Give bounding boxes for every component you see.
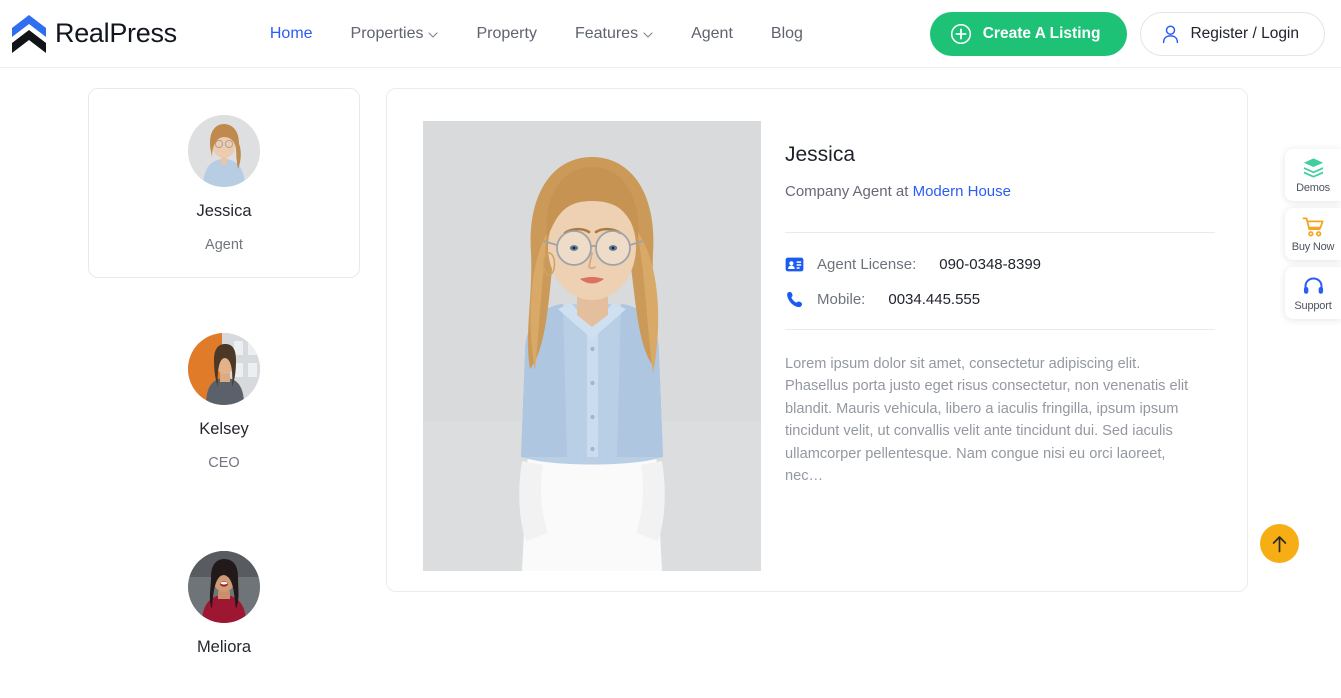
double-chevron-logo-icon <box>12 14 46 53</box>
nav-label-agent: Agent <box>691 24 733 42</box>
headset-icon <box>1303 277 1323 294</box>
nav-item-property[interactable]: Property <box>457 17 555 51</box>
sidebar-agent-jessica[interactable]: Jessica Agent <box>88 88 360 278</box>
sidebar-agent-meliora[interactable]: Meliora <box>88 524 360 698</box>
avatar <box>188 333 260 405</box>
create-listing-label: Create A Listing <box>982 24 1101 42</box>
nav-item-properties[interactable]: Properties <box>332 17 458 51</box>
scroll-to-top-button[interactable] <box>1260 524 1299 563</box>
widget-support[interactable]: Support <box>1285 267 1341 319</box>
sidebar-agent-role: CEO <box>208 455 240 471</box>
plus-circle-icon <box>950 23 971 44</box>
layers-icon <box>1303 158 1323 178</box>
info-row-mobile: Mobile: 0034.445.555 <box>785 290 1215 309</box>
agent-description: Lorem ipsum dolor sit amet, consectetur … <box>785 356 1189 485</box>
company-link[interactable]: Modern House <box>913 183 1011 200</box>
widget-label: Support <box>1294 300 1332 312</box>
brand-logo[interactable]: RealPress <box>10 13 177 55</box>
header-actions: Create A Listing Register / Login <box>929 11 1325 56</box>
avatar <box>188 551 260 623</box>
nav-item-blog[interactable]: Blog <box>752 17 822 51</box>
arrow-up-icon <box>1272 535 1287 552</box>
agent-list-sidebar: Jessica Agent Kelsey CEO Meliora <box>88 88 360 698</box>
info-value: 090-0348-8399 <box>939 256 1042 273</box>
info-label: Mobile: <box>817 291 866 308</box>
widget-buy-now[interactable]: Buy Now <box>1285 208 1341 260</box>
chevron-down-icon <box>428 31 439 38</box>
avatar <box>188 115 260 187</box>
cart-icon <box>1302 217 1324 237</box>
main-navigation: Home Properties Property Features Agent … <box>251 17 822 51</box>
agent-company-line: Company Agent at Modern House <box>785 183 1215 200</box>
info-row-agent-license: Agent License: 090-0348-8399 <box>785 255 1215 274</box>
widget-label: Demos <box>1296 182 1330 194</box>
register-login-button[interactable]: Register / Login <box>1140 11 1325 56</box>
phone-icon <box>787 291 803 308</box>
avatar-image-kelsey <box>188 333 260 405</box>
chevron-down-icon <box>643 31 653 38</box>
agent-detail-name: Jessica <box>785 143 856 166</box>
nav-label-properties: Properties <box>350 24 424 42</box>
id-card-icon <box>785 257 804 272</box>
site-header: RealPress Home Properties Property Featu… <box>0 0 1341 68</box>
nav-label-property: Property <box>476 24 537 42</box>
create-listing-button[interactable]: Create A Listing <box>929 11 1128 56</box>
info-label: Agent License: <box>817 256 917 273</box>
nav-item-home[interactable]: Home <box>251 17 332 51</box>
sidebar-agent-name: Jessica <box>196 202 252 220</box>
nav-item-features[interactable]: Features <box>556 17 672 51</box>
info-value: 0034.445.555 <box>888 291 981 308</box>
sidebar-agent-role: Agent <box>205 237 243 253</box>
nav-item-agent[interactable]: Agent <box>672 17 752 51</box>
widget-demos[interactable]: Demos <box>1285 149 1341 201</box>
portrait-image-jessica <box>423 121 761 571</box>
agent-portrait-image <box>423 121 761 571</box>
avatar-image-jessica <box>188 115 260 187</box>
agent-detail-body: Jessica Company Agent at Modern House Ag… <box>785 121 1215 571</box>
sidebar-agent-name: Kelsey <box>199 420 249 438</box>
widget-label: Buy Now <box>1291 241 1335 253</box>
user-icon <box>1163 24 1179 43</box>
sidebar-agent-kelsey[interactable]: Kelsey CEO <box>88 306 360 496</box>
company-prefix: Company Agent at <box>785 183 909 200</box>
agent-detail-card: Jessica Company Agent at Modern House Ag… <box>386 88 1248 592</box>
avatar-image-meliora <box>188 551 260 623</box>
brand-name: RealPress <box>55 18 177 48</box>
nav-label-features: Features <box>574 24 639 42</box>
register-login-label: Register / Login <box>1190 24 1299 42</box>
floating-widget-rail: Demos Buy Now Support <box>1285 149 1341 319</box>
nav-label-home: Home <box>269 24 313 42</box>
agent-contact-info: Agent License: 090-0348-8399 Mobile: 003… <box>785 233 1215 329</box>
sidebar-agent-name: Meliora <box>196 638 252 656</box>
nav-label-blog: Blog <box>770 24 803 42</box>
divider-bottom <box>785 329 1215 330</box>
